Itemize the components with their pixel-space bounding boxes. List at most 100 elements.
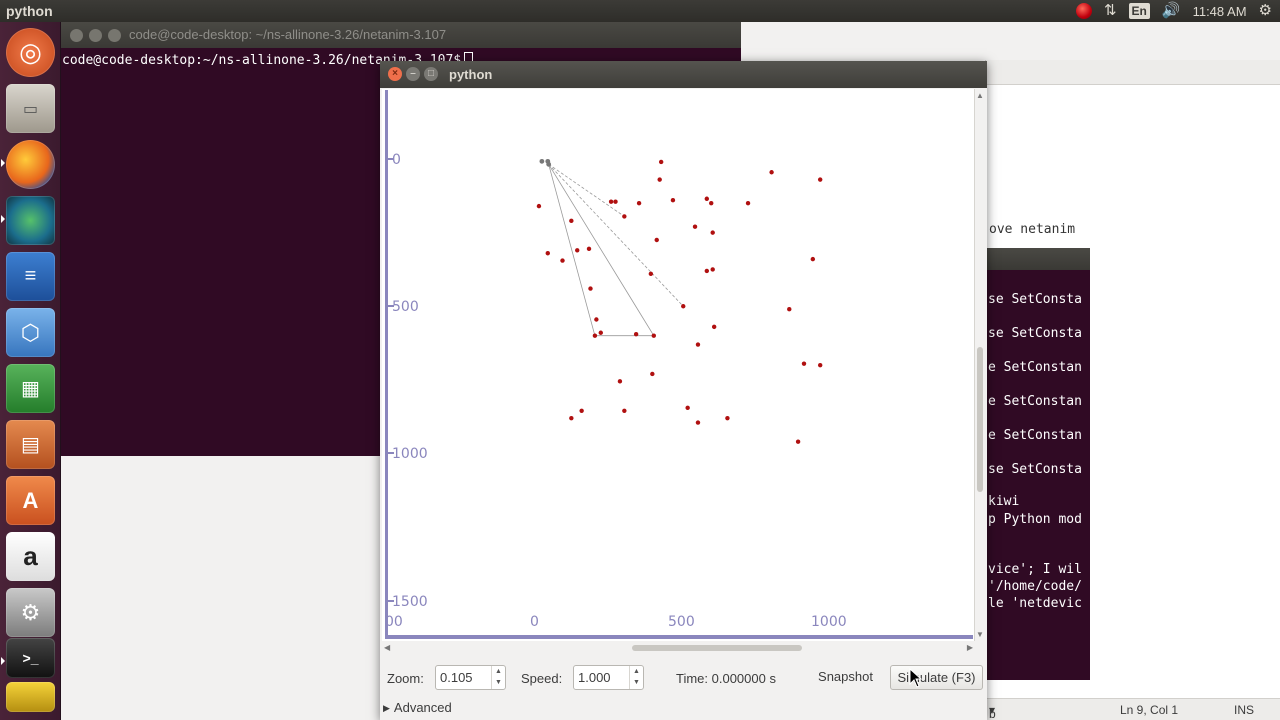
firefox-icon[interactable]	[6, 140, 55, 189]
network-node[interactable]	[592, 333, 598, 338]
network-node[interactable]	[769, 170, 774, 175]
scroll-left-icon[interactable]: ◀	[384, 643, 390, 652]
window-buttons[interactable]: × – □	[388, 67, 438, 81]
network-node[interactable]	[692, 224, 698, 229]
snapshot-button[interactable]: Snapshot	[808, 665, 883, 690]
network-node[interactable]	[546, 161, 552, 167]
close-icon[interactable]	[70, 29, 83, 42]
calc-icon[interactable]: ▦	[6, 364, 55, 413]
network-node[interactable]	[658, 159, 664, 165]
topology-svg[interactable]: 0 500 1000 1500 00 0 500 1000	[382, 89, 975, 641]
network-node[interactable]	[695, 342, 701, 347]
system-settings-icon[interactable]	[6, 196, 55, 245]
topology-canvas[interactable]: 0 500 1000 1500 00 0 500 1000	[382, 89, 975, 641]
scroll-down-icon[interactable]: ▼	[976, 630, 984, 639]
files-icon[interactable]: ▭	[6, 84, 55, 133]
network-node[interactable]	[710, 267, 715, 272]
advanced-expander[interactable]: ▶ Advanced	[383, 700, 452, 715]
network-icon[interactable]: ⇅	[1104, 0, 1117, 22]
drives-icon[interactable]	[6, 682, 55, 712]
network-node[interactable]	[745, 200, 751, 206]
horizontal-scrollbar[interactable]: ◀ ▶	[382, 641, 975, 655]
record-indicator-icon[interactable]	[1075, 3, 1092, 19]
network-node[interactable]	[636, 200, 642, 206]
vertical-scroll-thumb[interactable]	[977, 347, 983, 492]
tab-width-selector[interactable]: b Width: 8 ▾	[989, 703, 996, 720]
amazon-icon[interactable]: a	[6, 532, 55, 581]
minimize-icon[interactable]: –	[406, 67, 420, 81]
second-terminal-window[interactable]: se SetConsta se SetConsta e SetConstan e…	[985, 248, 1090, 680]
zoom-value[interactable]: 0.105	[440, 670, 473, 685]
network-node[interactable]	[685, 405, 690, 411]
network-node[interactable]	[695, 420, 701, 425]
writer-icon[interactable]: ≡	[6, 252, 55, 301]
virtualbox-icon[interactable]: ⬡	[6, 308, 55, 357]
scroll-up-icon[interactable]: ▲	[976, 91, 984, 100]
network-node[interactable]	[725, 415, 730, 421]
editor-line[interactable]: ove netanim	[989, 222, 1075, 237]
network-node[interactable]	[787, 306, 792, 312]
network-node[interactable]	[670, 198, 676, 203]
expander-arrow-icon[interactable]: ▶	[383, 703, 390, 713]
network-node[interactable]	[545, 251, 550, 256]
network-node[interactable]	[579, 408, 584, 413]
volume-icon[interactable]: 🔊	[1162, 0, 1181, 22]
network-node[interactable]	[710, 230, 715, 235]
zoom-spin-arrows-icon[interactable]: ▲ ▼	[491, 666, 505, 689]
python-visualizer-window[interactable]: × – □ python 0 500 1000 1500 00 0 500 10…	[380, 61, 987, 720]
network-node[interactable]	[588, 286, 593, 291]
network-node[interactable]	[560, 258, 565, 263]
network-node[interactable]	[711, 324, 717, 330]
network-node[interactable]	[704, 268, 710, 274]
python-titlebar[interactable]: × – □ python	[380, 61, 987, 88]
close-icon[interactable]: ×	[388, 67, 402, 81]
ubuntu-dash-icon[interactable]: ◎	[6, 28, 55, 77]
network-node[interactable]	[575, 248, 580, 253]
network-node[interactable]	[598, 330, 603, 335]
terminal-window-buttons[interactable]	[70, 29, 121, 42]
network-node[interactable]	[795, 439, 801, 444]
system-tools-icon[interactable]: ⚙	[6, 588, 55, 637]
terminal-titlebar[interactable]: code@code-desktop: ~/ns-allinone-3.26/ne…	[61, 22, 741, 48]
network-node[interactable]	[569, 415, 574, 421]
network-node[interactable]	[709, 200, 714, 206]
network-node[interactable]	[622, 408, 627, 413]
maximize-icon[interactable]	[108, 29, 121, 42]
network-node[interactable]	[617, 379, 623, 384]
keyboard-language-icon[interactable]: En	[1128, 3, 1150, 19]
simulate-button[interactable]: Simulate (F3)	[890, 665, 983, 690]
network-node[interactable]	[650, 371, 655, 377]
network-node[interactable]	[657, 177, 662, 182]
speed-spinner[interactable]: 1.000 ▲ ▼	[573, 665, 644, 690]
network-node[interactable]	[817, 362, 823, 368]
terminal-icon[interactable]: >_	[6, 638, 55, 678]
network-node[interactable]	[817, 177, 823, 182]
scroll-right-icon[interactable]: ▶	[967, 643, 973, 652]
network-node[interactable]	[539, 158, 545, 164]
network-node[interactable]	[586, 246, 592, 252]
network-node[interactable]	[648, 271, 654, 277]
horizontal-scroll-thumb[interactable]	[632, 645, 802, 651]
network-node[interactable]	[622, 214, 627, 219]
second-terminal-titlebar[interactable]	[985, 248, 1090, 270]
zoom-spinner[interactable]: 0.105 ▲ ▼	[435, 665, 506, 690]
speed-value[interactable]: 1.000	[578, 670, 611, 685]
software-center-icon[interactable]: A	[6, 476, 55, 525]
network-node[interactable]	[801, 361, 807, 366]
network-node[interactable]	[608, 199, 614, 204]
clock[interactable]: 11:48 AM	[1193, 4, 1247, 19]
network-node[interactable]	[704, 196, 710, 201]
network-node[interactable]	[651, 333, 656, 338]
network-node[interactable]	[594, 317, 599, 322]
impress-icon[interactable]: ▤	[6, 420, 55, 469]
nodes[interactable]	[536, 158, 823, 444]
vertical-scrollbar[interactable]: ▲ ▼	[975, 89, 986, 641]
speed-spin-arrows-icon[interactable]: ▲ ▼	[629, 666, 643, 689]
maximize-icon[interactable]: □	[424, 67, 438, 81]
settings-gear-icon[interactable]: ⚙	[1259, 0, 1272, 22]
network-node[interactable]	[633, 332, 639, 337]
network-node[interactable]	[654, 237, 659, 243]
network-node[interactable]	[681, 304, 686, 309]
network-node[interactable]	[569, 218, 574, 224]
network-node[interactable]	[536, 203, 542, 209]
